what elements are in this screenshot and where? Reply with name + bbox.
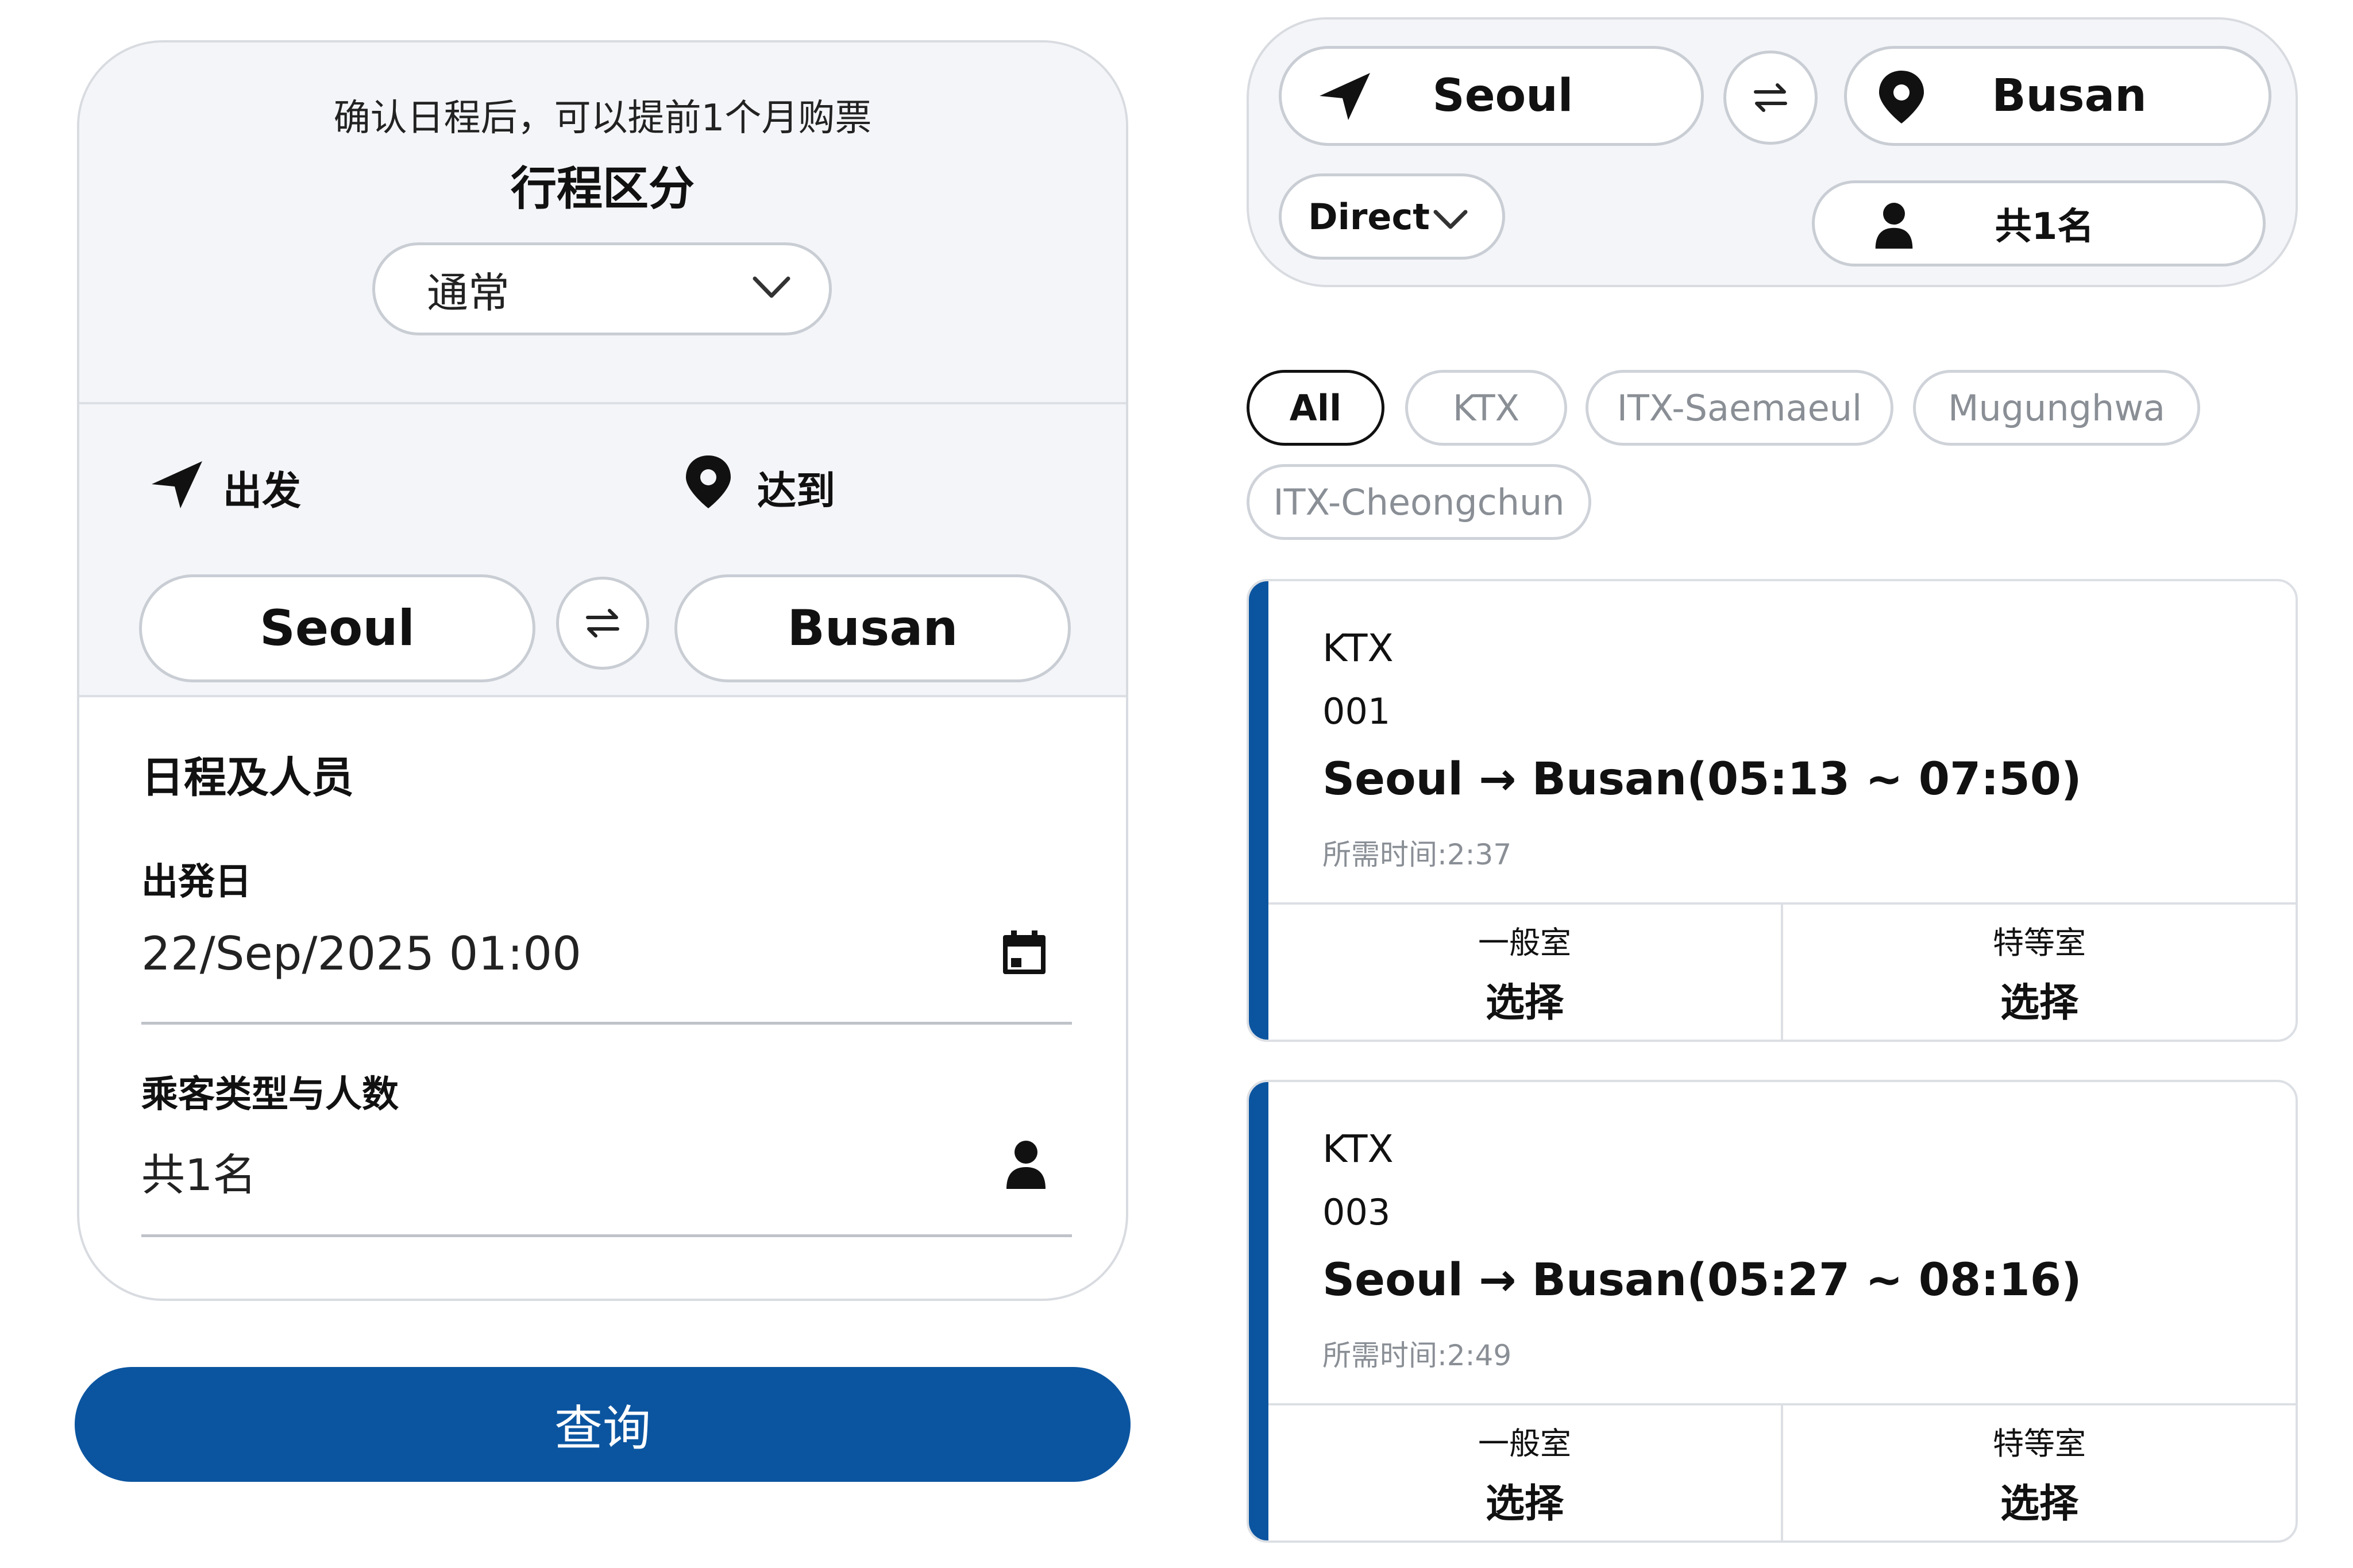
filter-ktx[interactable]: KTX <box>1405 370 1567 446</box>
summary-passenger-button[interactable]: 共1名 <box>1812 180 2266 267</box>
filter-itx-saemaeul[interactable]: ITX-Saemaeul <box>1586 370 1893 446</box>
train-type: KTX <box>1322 1127 1394 1171</box>
date-label: 出発日 <box>141 861 252 903</box>
summary-swap-button[interactable] <box>1723 51 1818 145</box>
summary-origin: Seoul <box>1432 70 1573 122</box>
filter-mugunghwa[interactable]: Mugunghwa <box>1913 370 2200 446</box>
summary-origin-button[interactable]: Seoul <box>1279 46 1704 146</box>
standard-select-action: 选择 <box>1485 980 1564 1026</box>
booking-notice: 确认日程后，可以提前1个月购票 <box>333 97 872 140</box>
depart-label: 出发 <box>223 469 302 514</box>
route-type-select[interactable]: Direct <box>1279 173 1505 260</box>
card-accent-bar <box>1249 581 1268 1040</box>
arrive-label: 达到 <box>757 469 836 514</box>
swap-icon <box>1748 75 1793 121</box>
first-select-action: 选择 <box>2000 1481 2078 1527</box>
card-accent-bar <box>1249 1082 1268 1540</box>
train-number: 001 <box>1322 690 1391 732</box>
route-type-value: Direct <box>1308 195 1430 238</box>
passenger-label: 乘客类型与人数 <box>141 1073 399 1116</box>
seat-options: 一般室 选择 特等室 选择 <box>1268 902 2296 1040</box>
chevron-down-icon <box>751 273 792 303</box>
filter-itx-cheongchun[interactable]: ITX-Cheongchun <box>1247 464 1591 540</box>
standard-class-label: 一般室 <box>1478 924 1571 961</box>
standard-select-action: 选择 <box>1485 1481 1564 1527</box>
passenger-field[interactable]: 共1名 <box>141 1134 1072 1237</box>
origin-button[interactable]: Seoul <box>139 574 535 682</box>
seat-options: 一般室 选择 特等室 选择 <box>1268 1403 2296 1540</box>
train-result-card[interactable]: KTX 003 Seoul → Busan(05:27 ~ 08:16) 所需时… <box>1247 1080 2298 1543</box>
first-class-option[interactable]: 特等室 选择 <box>1781 1405 2296 1540</box>
trip-type-value: 通常 <box>427 268 510 317</box>
trip-type-title: 行程区分 <box>511 162 695 215</box>
search-button[interactable]: 查询 <box>75 1367 1131 1482</box>
filter-all[interactable]: All <box>1247 370 1384 446</box>
chevron-down-icon <box>1432 207 1469 233</box>
swap-button[interactable] <box>556 577 649 670</box>
calendar-icon[interactable] <box>998 927 1050 979</box>
date-field[interactable]: 22/Sep/2025 01:00 <box>141 921 1072 1025</box>
passenger-value: 共1名 <box>141 1149 257 1200</box>
send-icon <box>148 459 206 511</box>
train-type: KTX <box>1322 626 1394 670</box>
location-pin-icon <box>1876 68 1927 126</box>
swap-icon <box>580 600 626 646</box>
send-icon <box>1316 71 1374 122</box>
destination-button[interactable]: Busan <box>674 574 1071 682</box>
train-route-time: Seoul → Busan(05:27 ~ 08:16) <box>1322 1254 2082 1306</box>
date-value: 22/Sep/2025 01:00 <box>141 927 582 980</box>
schedule-title: 日程及人员 <box>141 753 354 802</box>
summary-destination: Busan <box>1992 70 2147 122</box>
location-pin-icon <box>682 453 734 511</box>
route-section: 出发 达到 Seoul Busan <box>79 404 1126 697</box>
first-class-label: 特等室 <box>1993 924 2086 961</box>
standard-class-option[interactable]: 一般室 选择 <box>1268 1405 1781 1540</box>
train-route-time: Seoul → Busan(05:13 ~ 07:50) <box>1322 754 2082 805</box>
standard-class-label: 一般室 <box>1478 1425 1571 1462</box>
search-summary-card: Seoul Busan Direct 共1名 <box>1247 17 2298 287</box>
person-icon <box>1872 200 1916 250</box>
standard-class-option[interactable]: 一般室 选择 <box>1268 905 1781 1040</box>
train-duration: 所需时间:2:37 <box>1322 838 1512 871</box>
train-result-card[interactable]: KTX 001 Seoul → Busan(05:13 ~ 07:50) 所需时… <box>1247 579 2298 1042</box>
trip-type-select[interactable]: 通常 <box>372 242 832 335</box>
booking-form-card: 确认日程后，可以提前1个月购票 行程区分 通常 出发 达到 Seoul Busa… <box>77 40 1128 1301</box>
first-class-label: 特等室 <box>1993 1425 2086 1462</box>
train-duration: 所需时间:2:49 <box>1322 1339 1512 1372</box>
summary-passengers: 共1名 <box>1995 206 2094 248</box>
trip-type-section: 确认日程后，可以提前1个月购票 行程区分 通常 <box>79 43 1126 404</box>
train-number: 003 <box>1322 1191 1391 1233</box>
first-select-action: 选择 <box>2000 980 2078 1026</box>
summary-destination-button[interactable]: Busan <box>1844 46 2271 146</box>
first-class-option[interactable]: 特等室 选择 <box>1781 905 2296 1040</box>
person-icon[interactable] <box>1003 1138 1049 1190</box>
